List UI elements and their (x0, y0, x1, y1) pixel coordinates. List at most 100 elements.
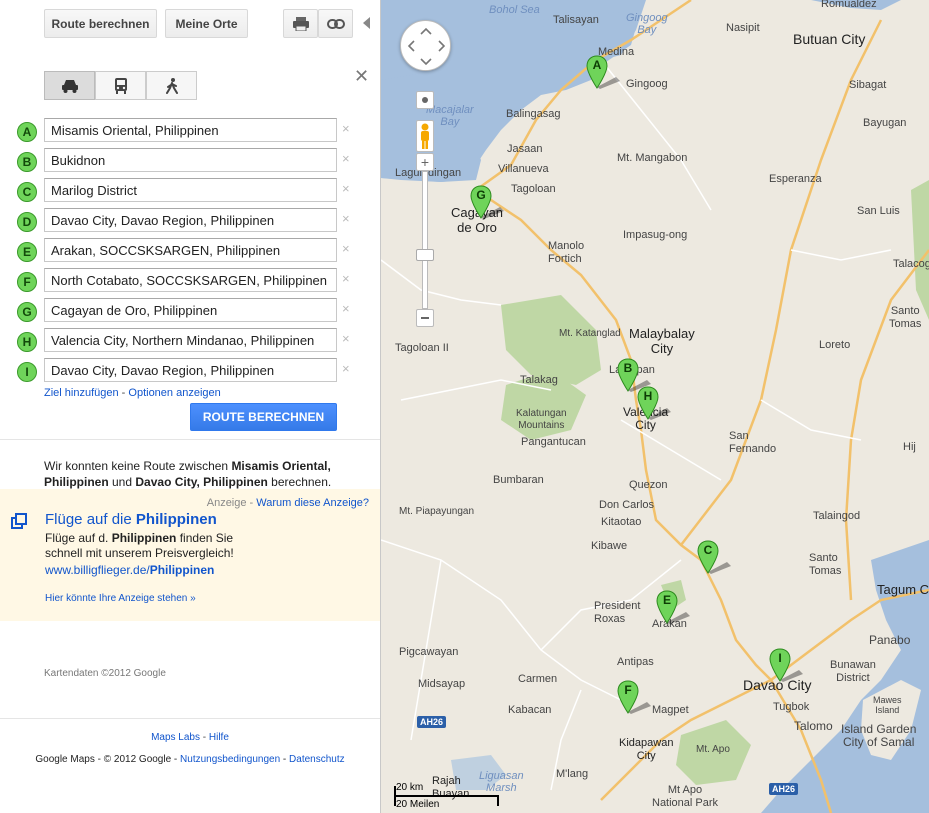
map-pin-i[interactable]: I (769, 648, 803, 682)
link-separator: - (118, 387, 129, 399)
map-pin-f[interactable]: F (617, 680, 651, 714)
remove-waypoint-icon[interactable]: × (342, 211, 350, 226)
waypoint-marker[interactable]: G (17, 302, 37, 322)
place-kabacan: Kabacan (508, 704, 552, 716)
map-pin-e[interactable]: E (656, 590, 690, 624)
show-options-link[interactable]: Optionen anzeigen (128, 387, 220, 399)
waypoint-marker[interactable]: C (17, 182, 37, 202)
place-talakag: Talakag (520, 374, 558, 386)
route-berechnen-button[interactable]: Route berechnen (44, 9, 157, 38)
map-pin-letter: E (662, 593, 671, 607)
waypoint-input[interactable]: Arakan, SOCCSKSARGEN, Philippinen (44, 238, 337, 262)
link-icon (326, 18, 345, 29)
map-pin-letter: C (703, 543, 713, 557)
map-scale: 20 km 20 Meilen (394, 782, 499, 813)
waypoint-input[interactable]: Valencia City, Northern Mindanao, Philip… (44, 328, 337, 352)
ad-title[interactable]: Flüge auf die Philippinen (45, 511, 217, 528)
place-bumbaran: Bumbaran (493, 474, 544, 486)
zoom-slider-track[interactable] (422, 171, 428, 309)
side-panel: Route berechnen Meine Orte ✕ A Misamis Or… (0, 0, 381, 813)
add-destination-link[interactable]: Ziel hinzufügen (44, 387, 119, 399)
remove-waypoint-icon[interactable]: × (342, 301, 350, 316)
remove-waypoint-icon[interactable]: × (342, 361, 350, 376)
waypoint-input[interactable]: Misamis Oriental, Philippinen (44, 118, 337, 142)
mode-car-tab[interactable] (44, 71, 95, 100)
waypoint-marker[interactable]: H (17, 332, 37, 352)
zoom-in-button[interactable]: + (416, 153, 434, 171)
calculate-route-button[interactable]: ROUTE BERECHNEN (190, 403, 337, 431)
map-pin-c[interactable]: C (697, 540, 731, 574)
waypoint-input[interactable]: Marilog District (44, 178, 337, 202)
waypoint-marker[interactable]: B (17, 152, 37, 172)
place-talacogon: Talacog (893, 258, 929, 270)
place-nasipit: Nasipit (726, 22, 760, 34)
remove-waypoint-icon[interactable]: × (342, 151, 350, 166)
zoom-out-button[interactable] (416, 309, 434, 327)
map-canvas[interactable]: Bohol Sea Gingoog Bay Macajalar Bay Ligu… (381, 0, 929, 813)
waypoint-row: H Valencia City, Northern Mindanao, Phili… (0, 328, 381, 358)
remove-waypoint-icon[interactable]: × (342, 271, 350, 286)
map-pin-letter: B (623, 361, 633, 375)
footer-sep: - (200, 732, 209, 743)
remove-waypoint-icon[interactable]: × (342, 331, 350, 346)
place-mt-piapayungan: Mt. Piapayungan (399, 506, 475, 517)
place-bunawan: Bunawan District (830, 659, 876, 684)
waypoint-input[interactable]: Cagayan de Oro, Philippinen (44, 298, 337, 322)
place-pigcawayan: Pigcawayan (399, 646, 459, 658)
remove-waypoint-icon[interactable]: × (342, 241, 350, 256)
waypoint-row: A Misamis Oriental, Philippinen × (0, 118, 381, 148)
place-antipas: Antipas (617, 656, 654, 668)
waypoint-row: F North Cotabato, SOCCSKSARGEN, Philippin… (0, 268, 381, 298)
privacy-link[interactable]: Datenschutz (289, 754, 345, 765)
mode-walk-tab[interactable] (146, 71, 197, 100)
waypoint-row: I Davao City, Davao Region, Philippinen × (0, 358, 381, 388)
close-directions-icon[interactable]: ✕ (354, 66, 369, 87)
waypoint-marker[interactable]: A (17, 122, 37, 142)
waypoint-marker[interactable]: D (17, 212, 37, 232)
pan-control[interactable] (400, 20, 451, 71)
place-gingoog: Gingoog (626, 78, 668, 90)
link-button[interactable] (318, 9, 353, 38)
place-jasaan: Jasaan (507, 143, 543, 155)
ad-sep: - (246, 497, 257, 509)
place-panabo: Panabo (869, 633, 911, 647)
remove-waypoint-icon[interactable]: × (342, 181, 350, 196)
place-impasug-ong: Impasug-ong (623, 229, 688, 241)
waypoint-marker[interactable]: I (17, 362, 37, 382)
mode-transit-tab[interactable] (95, 71, 146, 100)
map-pin-g[interactable]: G (470, 185, 504, 219)
place-tugbok: Tugbok (773, 701, 810, 713)
waypoint-input[interactable]: Davao City, Davao Region, Philippinen (44, 208, 337, 232)
place-mt-apo-park: Mt Apo National Park (652, 784, 719, 809)
meine-orte-button[interactable]: Meine Orte (165, 9, 248, 38)
place-midsayap: Midsayap (418, 678, 466, 690)
pegman-icon[interactable] (416, 120, 434, 152)
msg-destination: Davao City, Philippinen (135, 475, 268, 489)
terms-link[interactable]: Nutzungsbedingungen (180, 754, 280, 765)
zoom-slider-handle[interactable] (416, 249, 434, 261)
place-villanueva: Villanueva (498, 163, 549, 175)
help-link[interactable]: Hilfe (209, 732, 229, 743)
directions-links: Ziel hinzufügen - Optionen anzeigen (44, 387, 221, 399)
waypoint-row: C Marilog District × (0, 178, 381, 208)
advertise-here-link[interactable]: Hier könnte Ihre Anzeige stehen » (45, 593, 196, 604)
map-pin-a[interactable]: A (586, 55, 620, 89)
waypoint-input[interactable]: Davao City, Davao Region, Philippinen (44, 358, 337, 382)
collapse-panel-arrow-icon[interactable] (363, 17, 370, 29)
map-pin-b[interactable]: B (617, 358, 651, 392)
map-pin-letter: I (778, 651, 782, 665)
remove-waypoint-icon[interactable]: × (342, 121, 350, 136)
footer-labs: Maps Labs - Hilfe (0, 732, 380, 743)
waypoint-marker[interactable]: E (17, 242, 37, 262)
gingoog-bay-label: Gingoog Bay (626, 12, 668, 36)
waypoint-input[interactable]: North Cotabato, SOCCSKSARGEN, Philippine… (44, 268, 337, 292)
ad-url[interactable]: www.billigflieger.de/Philippinen (45, 563, 214, 577)
waypoint-input[interactable]: Bukidnon (44, 148, 337, 172)
print-button[interactable] (283, 9, 318, 38)
minus-icon (421, 317, 429, 319)
map-pin-h[interactable]: H (637, 386, 671, 420)
zoom-reset-button[interactable] (416, 91, 434, 109)
waypoint-marker[interactable]: F (17, 272, 37, 292)
maps-labs-link[interactable]: Maps Labs (151, 732, 200, 743)
why-this-ad-link[interactable]: Warum diese Anzeige? (256, 497, 369, 509)
